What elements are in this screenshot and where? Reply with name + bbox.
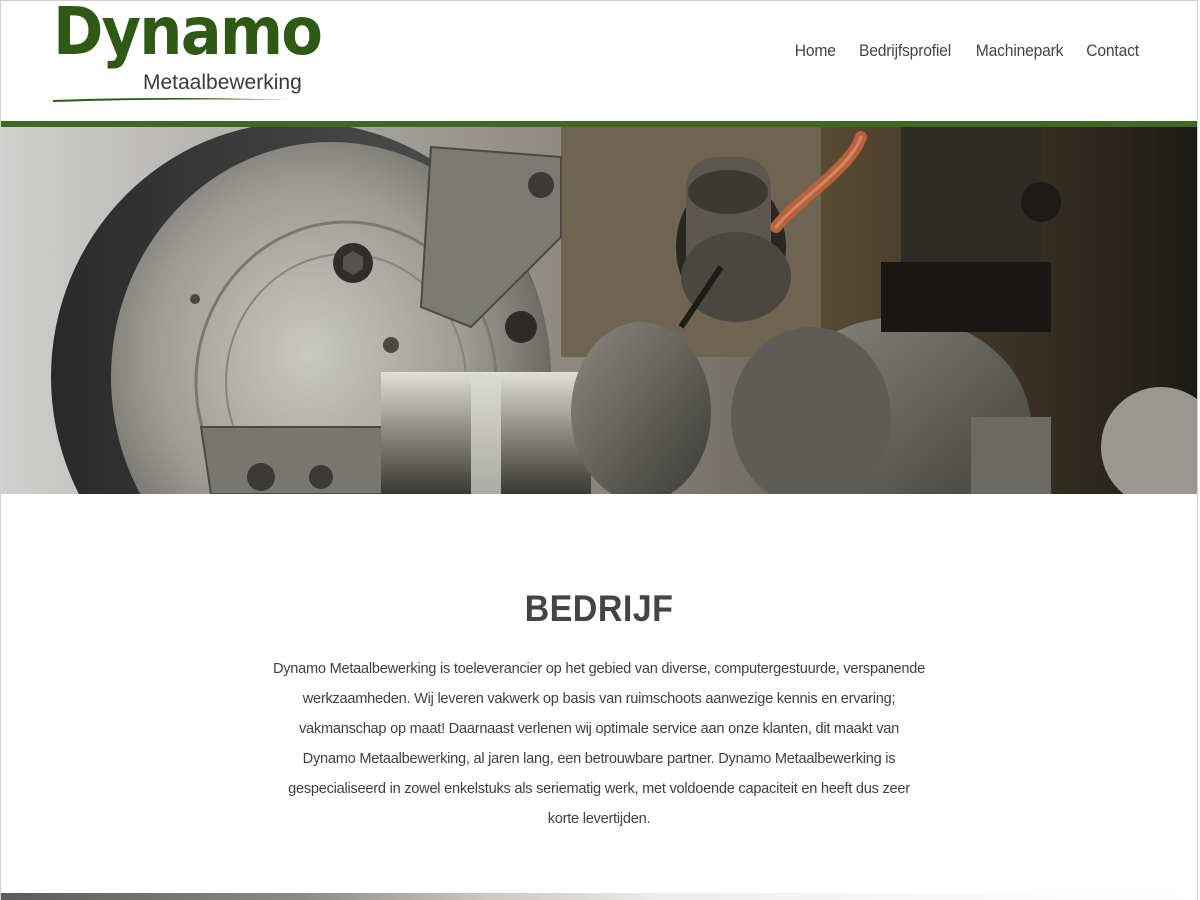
nav-machinepark[interactable]: Machinepark (975, 41, 1063, 61)
lathe-machine-illustration (1, 127, 1197, 494)
section-body-text: Dynamo Metaalbewerking is toeleverancier… (272, 661, 926, 827)
page: Dynamo Metaalbewerking Home Bedrijfsprof… (0, 0, 1198, 900)
logo-swoosh-icon (53, 98, 291, 102)
logo-wordmark: Dynamo (53, 0, 323, 70)
nav-contact[interactable]: Contact (1086, 41, 1139, 61)
site-header: Dynamo Metaalbewerking Home Bedrijfsprof… (1, 1, 1197, 121)
section-title: BEDRIJF (524, 588, 674, 629)
logo-tagline: Metaalbewerking (143, 71, 302, 94)
nav-bedrijfsprofiel[interactable]: Bedrijfsprofiel (859, 41, 951, 61)
next-section-image-edge (1, 893, 1197, 900)
site-logo[interactable]: Dynamo Metaalbewerking (53, 1, 323, 104)
nav-home[interactable]: Home (795, 41, 836, 61)
hero-image (1, 127, 1197, 494)
main-navigation: Home Bedrijfsprofiel Machinepark Contact (793, 41, 1141, 61)
